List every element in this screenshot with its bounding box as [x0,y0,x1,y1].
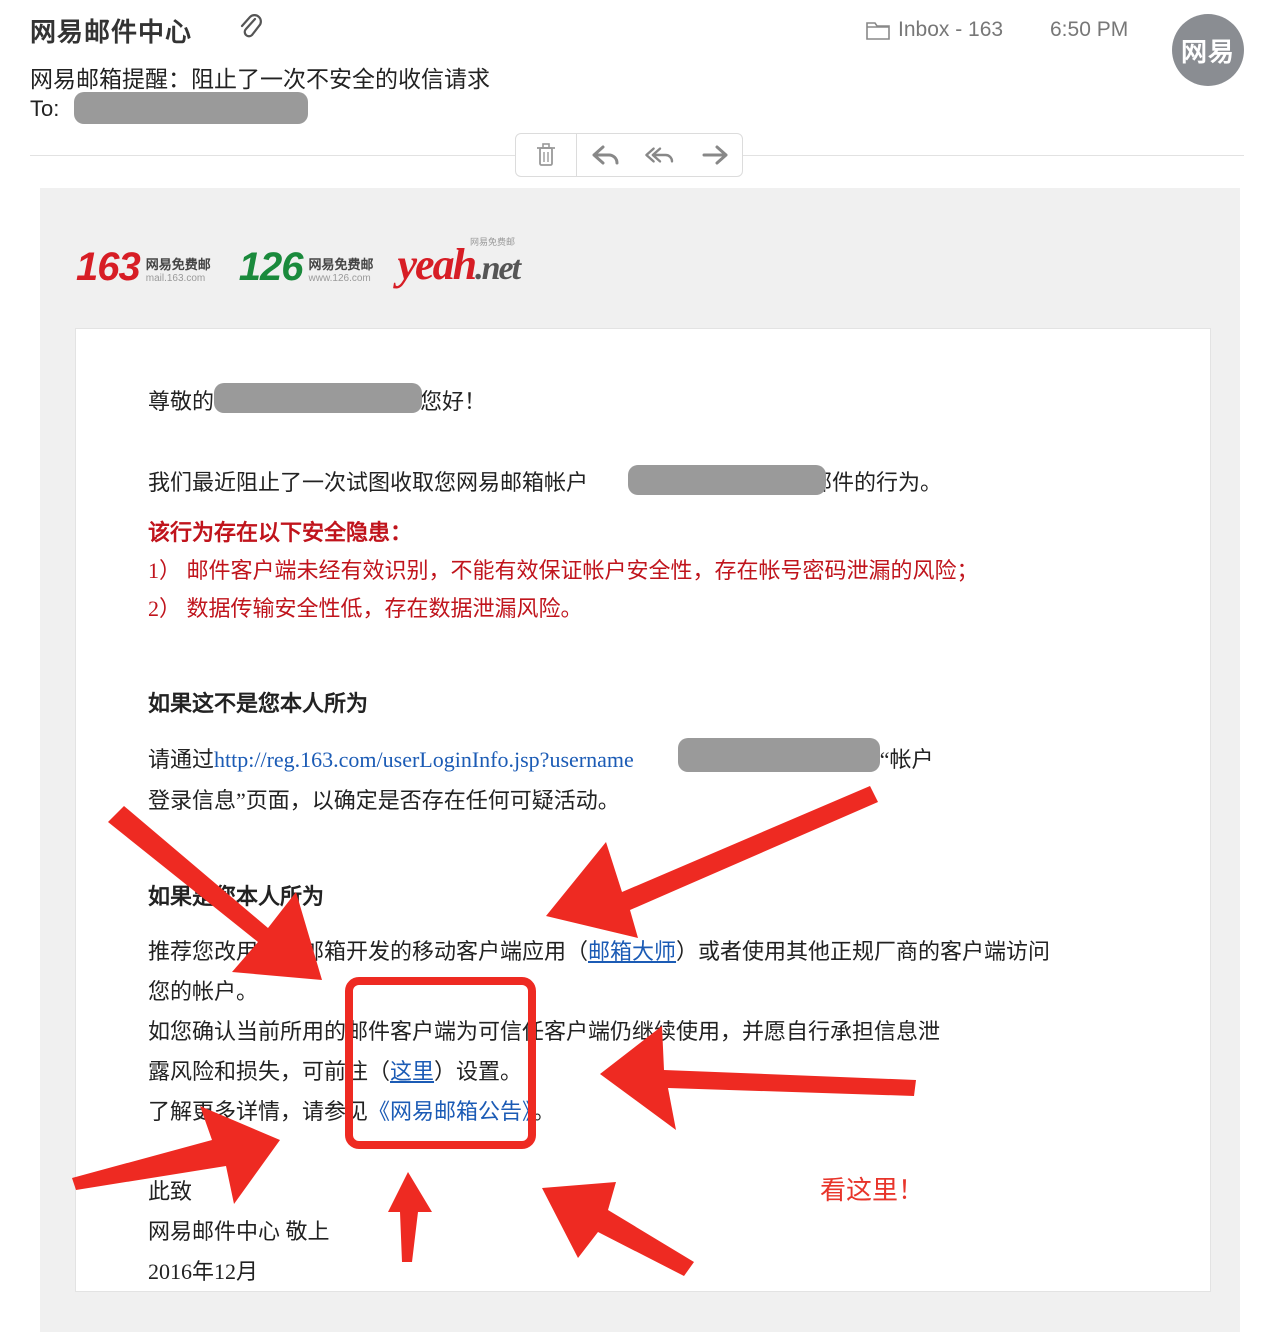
risk-item-2: 2） 数据传输安全性低，存在数据泄漏风险。 [148,596,583,621]
announcement-link[interactable]: 《网易邮箱公告》 [368,1099,533,1124]
more-suffix: 。 [533,1099,556,1124]
reply-all-icon [644,147,673,163]
logo-yeah: 网易免费邮 yeah.net [397,237,521,290]
signoff: 此致 [148,1179,193,1204]
logo-yeah-main: yeah [397,240,478,289]
logo-163-url: mail.163.com [145,273,206,284]
recommend-line: 推荐您改用网易邮箱开发的移动客户端应用（邮箱大师）或者使用其他正规厂商的客户端访… [148,934,1050,966]
more-prefix: 了解更多详情，请参见 [148,1099,369,1124]
redacted-account [628,465,826,495]
logo-126-url: www.126.com [308,273,371,284]
sender-avatar: 网易 [1172,14,1244,86]
logo-163-number: 163 [76,245,141,289]
redacted-recipient [74,92,308,124]
attachment-icon[interactable] [238,12,264,42]
logo-126-number: 126 [238,245,304,289]
message-toolbar [515,133,743,177]
logo-126-cn: 网易免费邮 [308,257,374,272]
received-time: 6:50 PM [1050,18,1129,41]
trash-icon [537,143,555,166]
forward-icon [702,145,727,165]
avatar-text: 网易 [1180,36,1235,67]
heading-not-me: 如果这不是您本人所为 [148,691,369,716]
logo-126: 126 网易免费邮 www.126.com [239,245,374,290]
check-line-2: 登录信息”页面，以确定是否存在任何可疑活动。 [148,788,620,813]
recommend-suffix: ）或者使用其他正规厂商的客户端访问 [676,939,1051,964]
logo-yeah-dot: .net [475,250,521,287]
mailbox-name: Inbox - 163 [898,18,1004,41]
signature: 网易邮件中心 敬上 [148,1219,330,1244]
reply-icon [592,145,618,165]
logo-163: 163 网易免费邮 mail.163.com [76,245,211,290]
recommend-line-2: 您的帐户。 [148,979,259,1004]
settings-here-link[interactable]: 这里 [390,1059,434,1084]
mail-master-link[interactable]: 邮箱大师 [588,939,676,964]
forward-button[interactable] [687,134,742,176]
risk-title: 该行为存在以下安全隐患： [148,520,413,545]
confirm-line-2: 露风险和损失，可前往（这里）设置。 [148,1054,522,1086]
login-info-link[interactable]: http://reg.163.com/userLoginInfo.jsp?use… [214,747,634,772]
reply-button[interactable] [577,134,632,176]
intro-prefix: 我们最近阻止了一次试图收取您网易邮箱帐户 [148,470,589,495]
logo-163-cn: 网易免费邮 [145,257,211,272]
annotation-note: 看这里！ [820,1176,925,1206]
confirm-line-1: 如您确认当前所用的邮件客户端为可信任客户端仍继续使用，并愿自行承担信息泄 [148,1019,941,1044]
greeting-suffix: 您好！ [420,389,487,414]
email-subject: 网易邮箱提醒：阻止了一次不安全的收信请求 [30,66,490,92]
recommend-prefix: 推荐您改用网易邮箱开发的移动客户端应用（ [148,939,589,964]
delete-button[interactable] [516,134,577,176]
confirm-prefix: 露风险和损失，可前往（ [148,1059,391,1084]
risk-item-1: 1） 邮件客户端未经有效识别，不能有效保证帐户安全性，存在帐号密码泄漏的风险； [148,558,979,583]
logo-163-sub: 网易免费邮 mail.163.com [146,254,211,284]
folder-icon [866,22,890,40]
redacted-link-username [678,738,880,772]
date: 2016年12月 [148,1259,259,1284]
greeting-prefix: 尊敬的 [148,389,215,414]
more-info-line: 了解更多详情，请参见《网易邮箱公告》。 [148,1094,555,1126]
to-label: To: [30,96,60,121]
sender-name: 网易邮件中心 [30,17,193,47]
brand-logos: 163 网易免费邮 mail.163.com 126 网易免费邮 www.126… [76,230,521,290]
confirm-suffix: ）设置。 [434,1059,523,1084]
reply-all-button[interactable] [632,134,687,176]
redacted-username [214,383,422,413]
mailbox-label[interactable]: Inbox - 163 [866,18,1003,42]
logo-126-sub: 网易免费邮 www.126.com [309,254,374,284]
logo-yeah-small: 网易免费邮 [470,237,516,247]
check-prefix: 请通过 [148,747,215,772]
heading-is-me: 如果是您本人所为 [148,884,325,909]
